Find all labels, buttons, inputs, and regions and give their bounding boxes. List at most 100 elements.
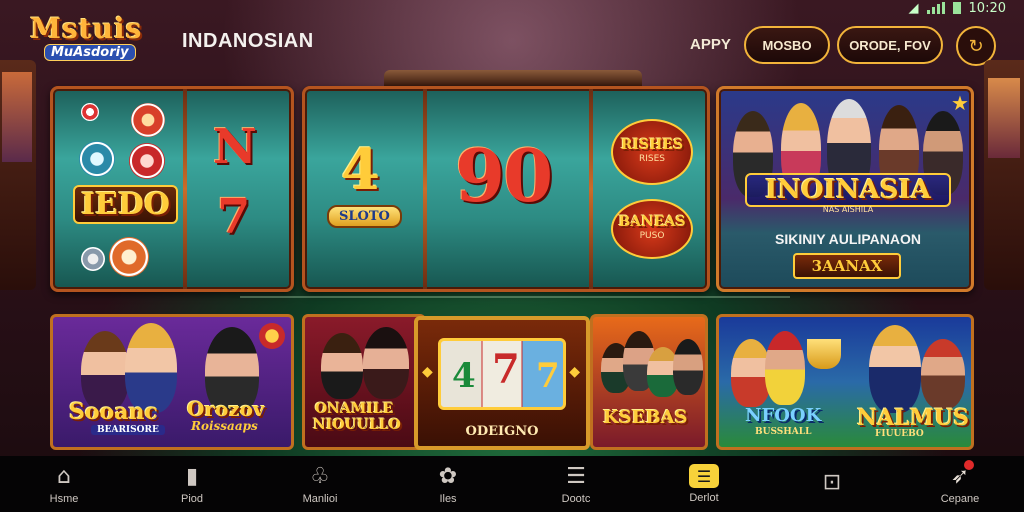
app-logo[interactable]: Mstuis MuAsdoriy (30, 14, 160, 66)
club-icon: ♧ (310, 463, 330, 489)
nav-label: Iles (439, 493, 457, 505)
game-card-nfook[interactable]: NFOOK BUSSHALL NALMUS FIUUEBO (716, 314, 974, 450)
promo-panel[interactable]: ★ INOINASIA NAS AISHILA SIKINIY AULIPANA… (716, 86, 974, 292)
character-avatar (673, 339, 703, 395)
table-line (240, 296, 790, 298)
card-subtitle: NIOUULLO (313, 417, 401, 433)
badge-title: RISHES (620, 137, 684, 153)
nav-item-cepane[interactable]: ➶ Cepane (896, 456, 1024, 512)
badge-subtitle: RISES (638, 154, 666, 164)
game-card-sooanc[interactable]: Sooanc BEARISORE Orozov Roissaaps (50, 314, 294, 450)
reel-symbol: 7 (492, 346, 520, 393)
character-avatar (321, 333, 363, 399)
slot-tag: SLOTO (327, 205, 402, 228)
gear-icon: ✿ (438, 463, 458, 489)
character-avatar (869, 325, 921, 413)
nav-item-manlioi[interactable]: ♧ Manlioi (256, 456, 384, 512)
card-title: ONAMILE (315, 401, 394, 417)
slot-banner: IEDO (73, 185, 179, 224)
big-number: 90 (455, 133, 553, 218)
poker-chip (129, 143, 165, 179)
reel-symbol: N (213, 119, 257, 175)
card-title: ODEIGNO (465, 424, 539, 439)
nav-item-dootc[interactable]: ☰ Dootc (512, 456, 640, 512)
game-card-ksebas[interactable]: KSEBAS (590, 314, 708, 450)
reel-divider (183, 89, 187, 289)
baneas-badge: BANEAS PUSO (611, 199, 693, 259)
card-subtitle: FIUUEBO (875, 429, 924, 439)
nav-label: Dootc (561, 493, 591, 505)
poker-chip (79, 141, 115, 177)
battery-icon (952, 2, 961, 14)
game-lobby: ◢ 10:20 Mstuis MuAsdoriy INDANOSIAN APPY… (0, 0, 1024, 512)
promo-title-sub: NAS AISHILA (822, 205, 874, 214)
poker-chip (81, 247, 105, 271)
nav-item-piod[interactable]: ▮ Piod (128, 456, 256, 512)
nav-label: Derlot (689, 492, 719, 504)
poker-chip (109, 237, 149, 277)
game-card-odeigno[interactable]: 4 7 7 ◆ ◆ ODEIGNO (414, 316, 590, 450)
rishes-badge: RISHES RISES (611, 119, 693, 185)
card-title: NALMUS (857, 405, 970, 431)
status-bar: ◢ 10:20 (909, 0, 1006, 16)
wifi-icon: ◢ (908, 0, 919, 16)
menu-icon: ☰ (689, 464, 719, 488)
card-title: Orozov (187, 397, 265, 421)
card-title: Sooanc (69, 399, 158, 425)
nav-item-iles[interactable]: ✿ Iles (384, 456, 512, 512)
reel-divider (423, 89, 427, 289)
card-title: KSEBAS (603, 407, 688, 428)
badge-title: BANEAS (618, 214, 686, 230)
nav-item-user[interactable]: ⊡ (768, 456, 896, 512)
logo-subtext: MuAsdoriy (44, 44, 136, 61)
reel-symbol: 4 (341, 137, 380, 203)
nav-label: Cepane (940, 493, 980, 505)
nav-label: Piod (180, 493, 204, 505)
card-icon: ▮ (185, 463, 199, 489)
appy-label[interactable]: APPY (690, 36, 731, 53)
chip-icon (259, 323, 285, 349)
card-subtitle: Roissaaps (191, 419, 258, 433)
nav-item-derlot[interactable]: ☰ Derlot (640, 456, 768, 512)
promo-button[interactable]: 3AANAX (793, 253, 901, 279)
reel-symbol: 7 (217, 189, 251, 245)
slot-panel-left[interactable]: IEDO N 7 (50, 86, 294, 292)
reel-symbol: 4 (452, 356, 476, 396)
home-icon: ⌂ (57, 463, 71, 489)
machine-top-rail (384, 70, 642, 86)
orode-button[interactable]: ORODE, FOV (837, 26, 943, 64)
character-avatar (363, 327, 409, 399)
reel-symbol: 7 (536, 356, 560, 396)
clock: 10:20 (968, 0, 1006, 16)
card-title: NFOOK (745, 405, 822, 426)
game-card-onamile[interactable]: ONAMILE NIOUULLO (302, 314, 426, 450)
chart-icon: ☰ (566, 463, 586, 489)
card-subtitle: BUSSHALL (755, 427, 812, 437)
page-title: INDANOSIAN (182, 30, 314, 52)
reel-divider (589, 89, 593, 289)
arrow-right-icon: ◆ (569, 364, 580, 380)
side-screen-right (988, 78, 1020, 158)
nav-label: Hsme (49, 493, 79, 505)
arrow-left-icon: ◆ (422, 364, 433, 380)
bottom-nav: ⌂ Hsme ▮ Piod ♧ Manlioi ✿ Iles ☰ Dootc ☰… (0, 456, 1024, 512)
mosbo-button[interactable]: MOSBO (744, 26, 830, 64)
character-avatar (765, 331, 805, 405)
swirl-icon: ↻ (968, 35, 984, 57)
promo-subtitle: SIKINIY AULIPANAON (775, 231, 921, 247)
notification-dot (964, 460, 974, 470)
logo-text: Mstuis (30, 12, 143, 45)
poker-chip (81, 103, 99, 121)
signal-icon (926, 2, 945, 14)
promo-title: INOINASIA (745, 173, 951, 207)
character-avatar (921, 339, 965, 409)
star-icon: ★ (951, 91, 969, 115)
poker-chip (131, 103, 165, 137)
side-screen-left (2, 72, 32, 162)
user-icon: ⊡ (822, 469, 842, 495)
trophy-icon (807, 339, 841, 369)
badge-subtitle: PUSO (639, 231, 665, 241)
slot-panel-center[interactable]: 4 SLOTO 90 RISHES RISES BANEAS PUSO (302, 86, 710, 292)
nav-item-home[interactable]: ⌂ Hsme (0, 456, 128, 512)
card-subtitle: BEARISORE (91, 425, 165, 435)
